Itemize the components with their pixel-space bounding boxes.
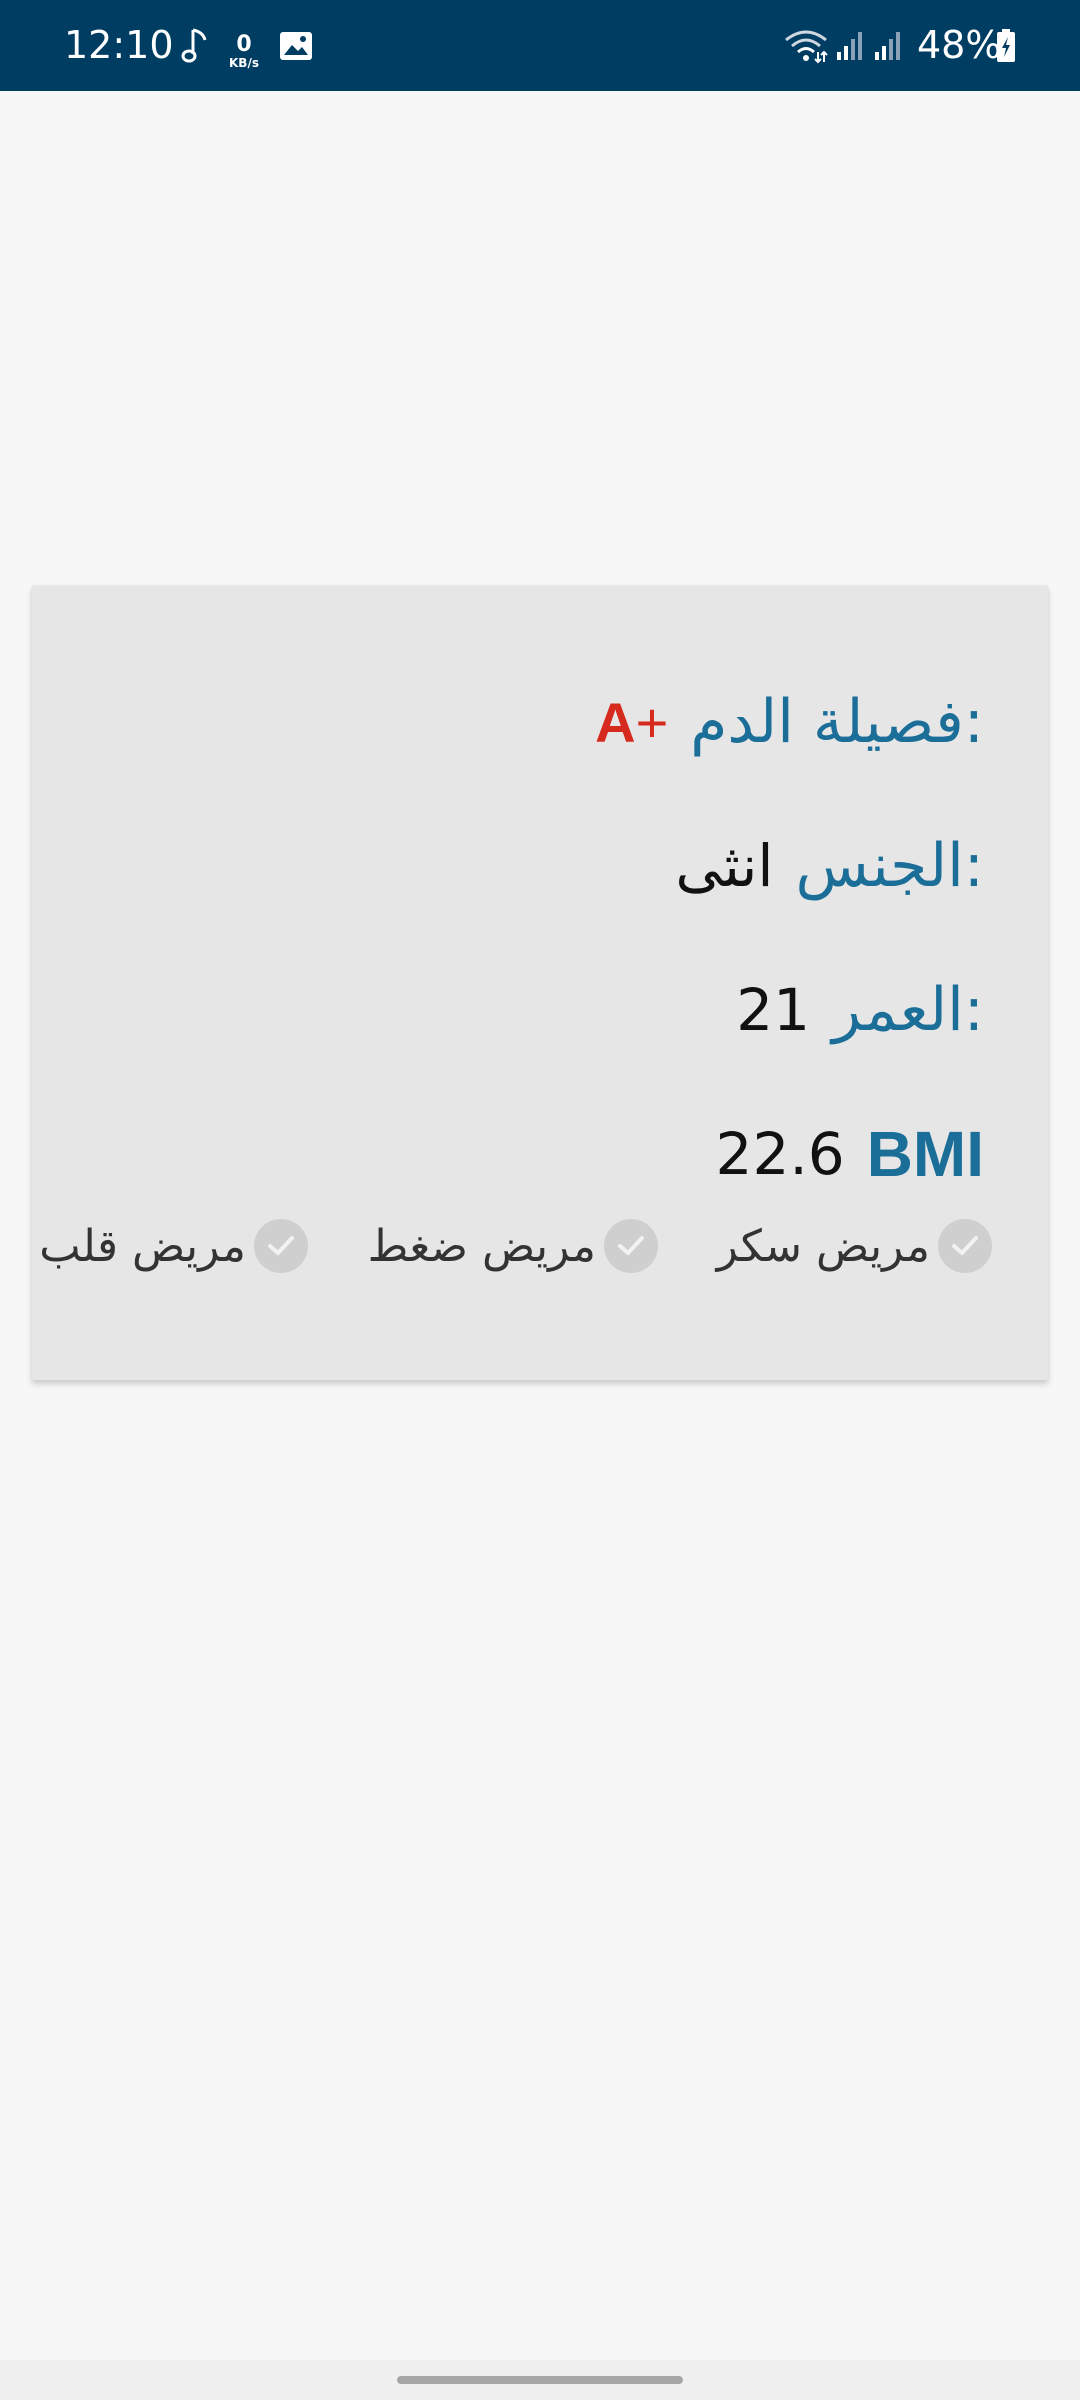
music-note-icon: [176, 0, 216, 91]
bmi-row: BMI 22.6: [716, 1104, 984, 1204]
image-icon: [276, 0, 316, 91]
age-value: 21: [736, 976, 811, 1044]
condition-label: مريض سكر: [716, 1220, 930, 1272]
gender-row: الجنس: انثى: [675, 816, 984, 916]
age-label: العمر:: [832, 975, 984, 1045]
blood-type-letter: A: [595, 690, 636, 754]
wifi-icon: [782, 0, 830, 91]
battery-charging-icon: [992, 0, 1020, 91]
signal-icon: [872, 0, 904, 91]
network-speed-value: 0: [236, 32, 252, 57]
network-speed-icon: 0 KB/s: [224, 34, 264, 74]
bmi-value: 22.6: [715, 1120, 845, 1188]
gender-label: الجنس:: [795, 831, 985, 901]
blood-type-row: فصيلة الدم: A+: [595, 672, 984, 772]
blood-type-value: A+: [595, 690, 668, 755]
condition-label: مريض ضغط: [367, 1220, 596, 1272]
age-row: العمر: 21: [736, 960, 984, 1060]
conditions-row: مريض سكر مريض ضغط مريض قلب: [0, 1196, 1080, 1296]
condition-label: مريض قلب: [39, 1220, 246, 1272]
blood-type-sign: +: [635, 690, 669, 754]
bmi-label: BMI: [866, 1118, 984, 1190]
network-speed-unit: KB/s: [229, 56, 259, 70]
check-circle-icon[interactable]: [604, 1219, 658, 1273]
signal-icon: [834, 0, 866, 91]
check-circle-icon[interactable]: [254, 1219, 308, 1273]
condition-blood-pressure[interactable]: مريض ضغط: [368, 1196, 658, 1296]
battery-percentage: 48%: [917, 23, 1002, 67]
gender-value: انثى: [675, 832, 774, 900]
blood-type-label: فصيلة الدم:: [690, 687, 984, 757]
status-time: 12:10: [64, 23, 174, 67]
condition-heart[interactable]: مريض قلب: [39, 1196, 308, 1296]
home-gesture-handle[interactable]: [397, 2376, 683, 2384]
check-circle-icon[interactable]: [938, 1219, 992, 1273]
status-bar: 12:10 0 KB/s 48%: [0, 0, 1080, 91]
condition-diabetes[interactable]: مريض سكر: [717, 1196, 992, 1296]
